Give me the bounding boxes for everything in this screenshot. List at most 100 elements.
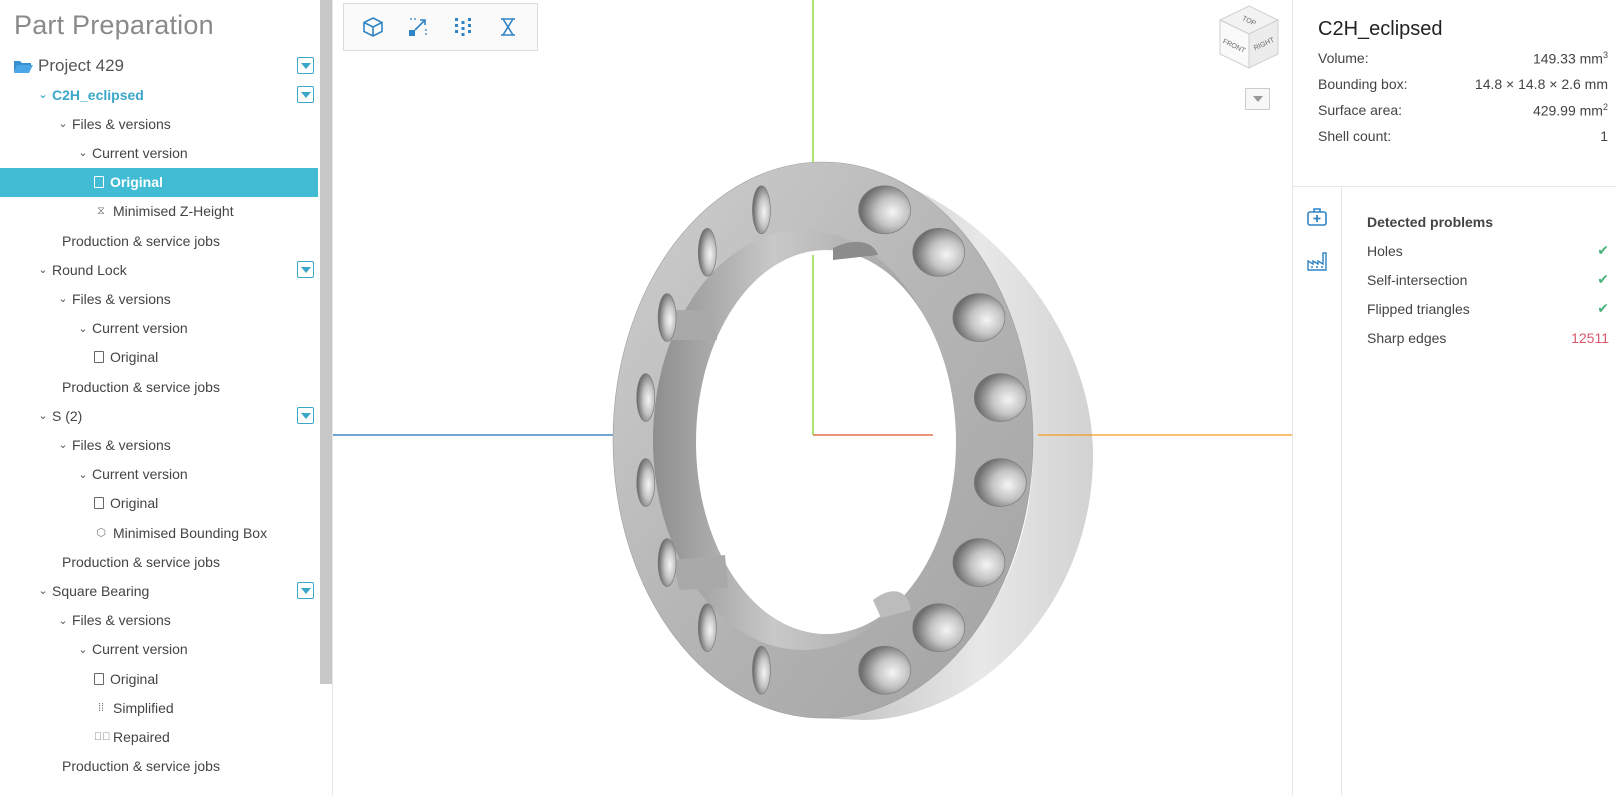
- chevron-down-icon[interactable]: ⌄: [36, 88, 50, 101]
- tree-item[interactable]: ⌄ Current version: [0, 314, 318, 343]
- mounting-hole: [952, 538, 1006, 587]
- chevron-down-icon[interactable]: ⌄: [76, 468, 90, 481]
- chevron-down-icon[interactable]: ⌄: [56, 614, 70, 627]
- tree-item-label: Original: [110, 174, 163, 191]
- problem-row-flipped-triangles[interactable]: Flipped triangles ✔: [1367, 294, 1609, 323]
- tree-item[interactable]: ⌄ Current version: [0, 138, 318, 167]
- problem-row-self-intersection[interactable]: Self-intersection ✔: [1367, 265, 1609, 294]
- tree-item[interactable]: Production & service jobs: [0, 547, 318, 576]
- chevron-down-icon[interactable]: ⌄: [56, 292, 70, 305]
- tree-item[interactable]: ⌄ Round Lock: [0, 255, 318, 284]
- tree-item[interactable]: ⌄ Current version: [0, 460, 318, 489]
- detected-problems: Detected problems Holes ✔ Self-intersect…: [1367, 208, 1609, 352]
- part-render[interactable]: [333, 0, 1292, 795]
- medical-kit-icon: [1307, 208, 1327, 226]
- surface-area-value: 429.99 mm2: [1532, 102, 1608, 119]
- chevron-down-icon[interactable]: ⌄: [76, 643, 90, 656]
- part-info: C2H_eclipsed Volume: 149.33 mm3 Bounding…: [1293, 0, 1616, 187]
- tree-item[interactable]: Production & service jobs: [0, 752, 318, 781]
- tree-item-label: Files & versions: [72, 290, 171, 307]
- check-icon: ✔: [1597, 300, 1609, 316]
- chevron-down-icon[interactable]: ⌄: [36, 263, 50, 276]
- chevron-down-icon[interactable]: ⌄: [56, 117, 70, 130]
- cube-icon: ⬡: [96, 527, 106, 539]
- tree-item[interactable]: ✓⃝ Repaired: [0, 722, 318, 751]
- chevron-down-icon[interactable]: ⌄: [56, 438, 70, 451]
- sidebar-scrollbar[interactable]: [320, 0, 332, 684]
- surface-area-label: Surface area:: [1318, 102, 1403, 118]
- z-height-icon: ⧖: [97, 204, 105, 217]
- project-dropdown[interactable]: [297, 57, 314, 74]
- mounting-hole: [697, 228, 717, 277]
- point-cloud-button[interactable]: [448, 12, 478, 42]
- file-icon: [94, 497, 104, 510]
- volume-label: Volume:: [1318, 50, 1369, 66]
- problem-label: Flipped triangles: [1367, 300, 1470, 317]
- part-dropdown[interactable]: [297, 86, 314, 103]
- 3d-viewport[interactable]: TOP FRONT RIGHT: [333, 0, 1292, 795]
- bounding-box-label: Bounding box:: [1318, 76, 1408, 92]
- tree-item[interactable]: ⌄ Current version: [0, 635, 318, 664]
- chevron-down-icon[interactable]: ⌄: [76, 146, 90, 159]
- cube-icon: [362, 17, 383, 37]
- tree-item[interactable]: ⧖ Minimised Z-Height: [0, 197, 318, 226]
- tab-production[interactable]: [1303, 247, 1331, 275]
- mounting-hole: [858, 185, 911, 235]
- mounting-hole: [973, 458, 1027, 507]
- tree-item[interactable]: ⌄ Square Bearing: [0, 576, 318, 605]
- project-row[interactable]: Project 429: [0, 51, 318, 80]
- part-dropdown[interactable]: [297, 407, 314, 425]
- tree-item-label: Minimised Z-Height: [113, 203, 234, 220]
- view-options-dropdown[interactable]: [1245, 88, 1270, 110]
- tree-item[interactable]: Original: [0, 167, 318, 197]
- factory-icon: [1307, 252, 1327, 271]
- tab-repair[interactable]: [1303, 203, 1331, 231]
- mounting-hole: [657, 293, 677, 342]
- view-3d-button[interactable]: [358, 12, 388, 42]
- tree-item[interactable]: Production & service jobs: [0, 372, 318, 401]
- tree-item[interactable]: ⬡ Minimised Bounding Box: [0, 518, 318, 547]
- tree-item-label: S (2): [52, 407, 83, 424]
- scale-button[interactable]: [403, 12, 433, 42]
- tree-item[interactable]: ⌄ Files & versions: [0, 430, 318, 459]
- part-dropdown[interactable]: [297, 582, 314, 600]
- problem-count: 12511: [1571, 329, 1609, 346]
- tree-item[interactable]: ⌄ Files & versions: [0, 606, 318, 635]
- view-cube[interactable]: TOP FRONT RIGHT: [1216, 4, 1282, 70]
- tree-item[interactable]: ⁞⁞ Simplified: [0, 693, 318, 722]
- scale-icon: [408, 18, 427, 36]
- check-icon: ✔: [1597, 242, 1609, 258]
- z-height-button[interactable]: [493, 12, 523, 42]
- mounting-hole: [636, 373, 656, 422]
- folder-open-icon: [14, 60, 33, 73]
- problem-label: Holes: [1367, 242, 1403, 259]
- part-dropdown[interactable]: [297, 261, 314, 279]
- file-icon: [94, 351, 104, 364]
- problem-row-holes[interactable]: Holes ✔: [1367, 236, 1609, 265]
- problem-row-sharp-edges[interactable]: Sharp edges 12511: [1367, 323, 1609, 352]
- file-icon: [94, 176, 104, 189]
- tree-item[interactable]: Original: [0, 343, 318, 372]
- chevron-down-icon[interactable]: ⌄: [36, 409, 50, 422]
- tree-item[interactable]: ⌄ Files & versions: [0, 109, 318, 138]
- tree-item[interactable]: ⌄ S (2): [0, 401, 318, 430]
- chevron-down-icon[interactable]: ⌄: [36, 584, 50, 597]
- shell-count-value: 1: [1600, 128, 1608, 144]
- tree-item[interactable]: Production & service jobs: [0, 226, 318, 255]
- tree-item-label: C2H_eclipsed: [52, 86, 144, 103]
- tree-item-label: Production & service jobs: [62, 378, 220, 395]
- point-cloud-icon: [455, 18, 472, 36]
- mounting-hole: [973, 373, 1027, 422]
- surface-area-row: Surface area: 429.99 mm2: [1318, 102, 1608, 124]
- tree-item-label: Current version: [92, 320, 188, 337]
- mounting-hole: [912, 228, 966, 277]
- tree-item[interactable]: ⌄ C2H_eclipsed: [0, 80, 318, 109]
- tree-item[interactable]: Original: [0, 489, 318, 518]
- bounding-box-value: 14.8 × 14.8 × 2.6 mm: [1474, 76, 1608, 92]
- tree-item[interactable]: Original: [0, 664, 318, 693]
- tree-item-label: Current version: [92, 466, 188, 483]
- view-toolbar: [343, 3, 538, 51]
- tree-item[interactable]: ⌄ Files & versions: [0, 284, 318, 313]
- mounting-hole: [697, 603, 717, 653]
- chevron-down-icon[interactable]: ⌄: [76, 322, 90, 335]
